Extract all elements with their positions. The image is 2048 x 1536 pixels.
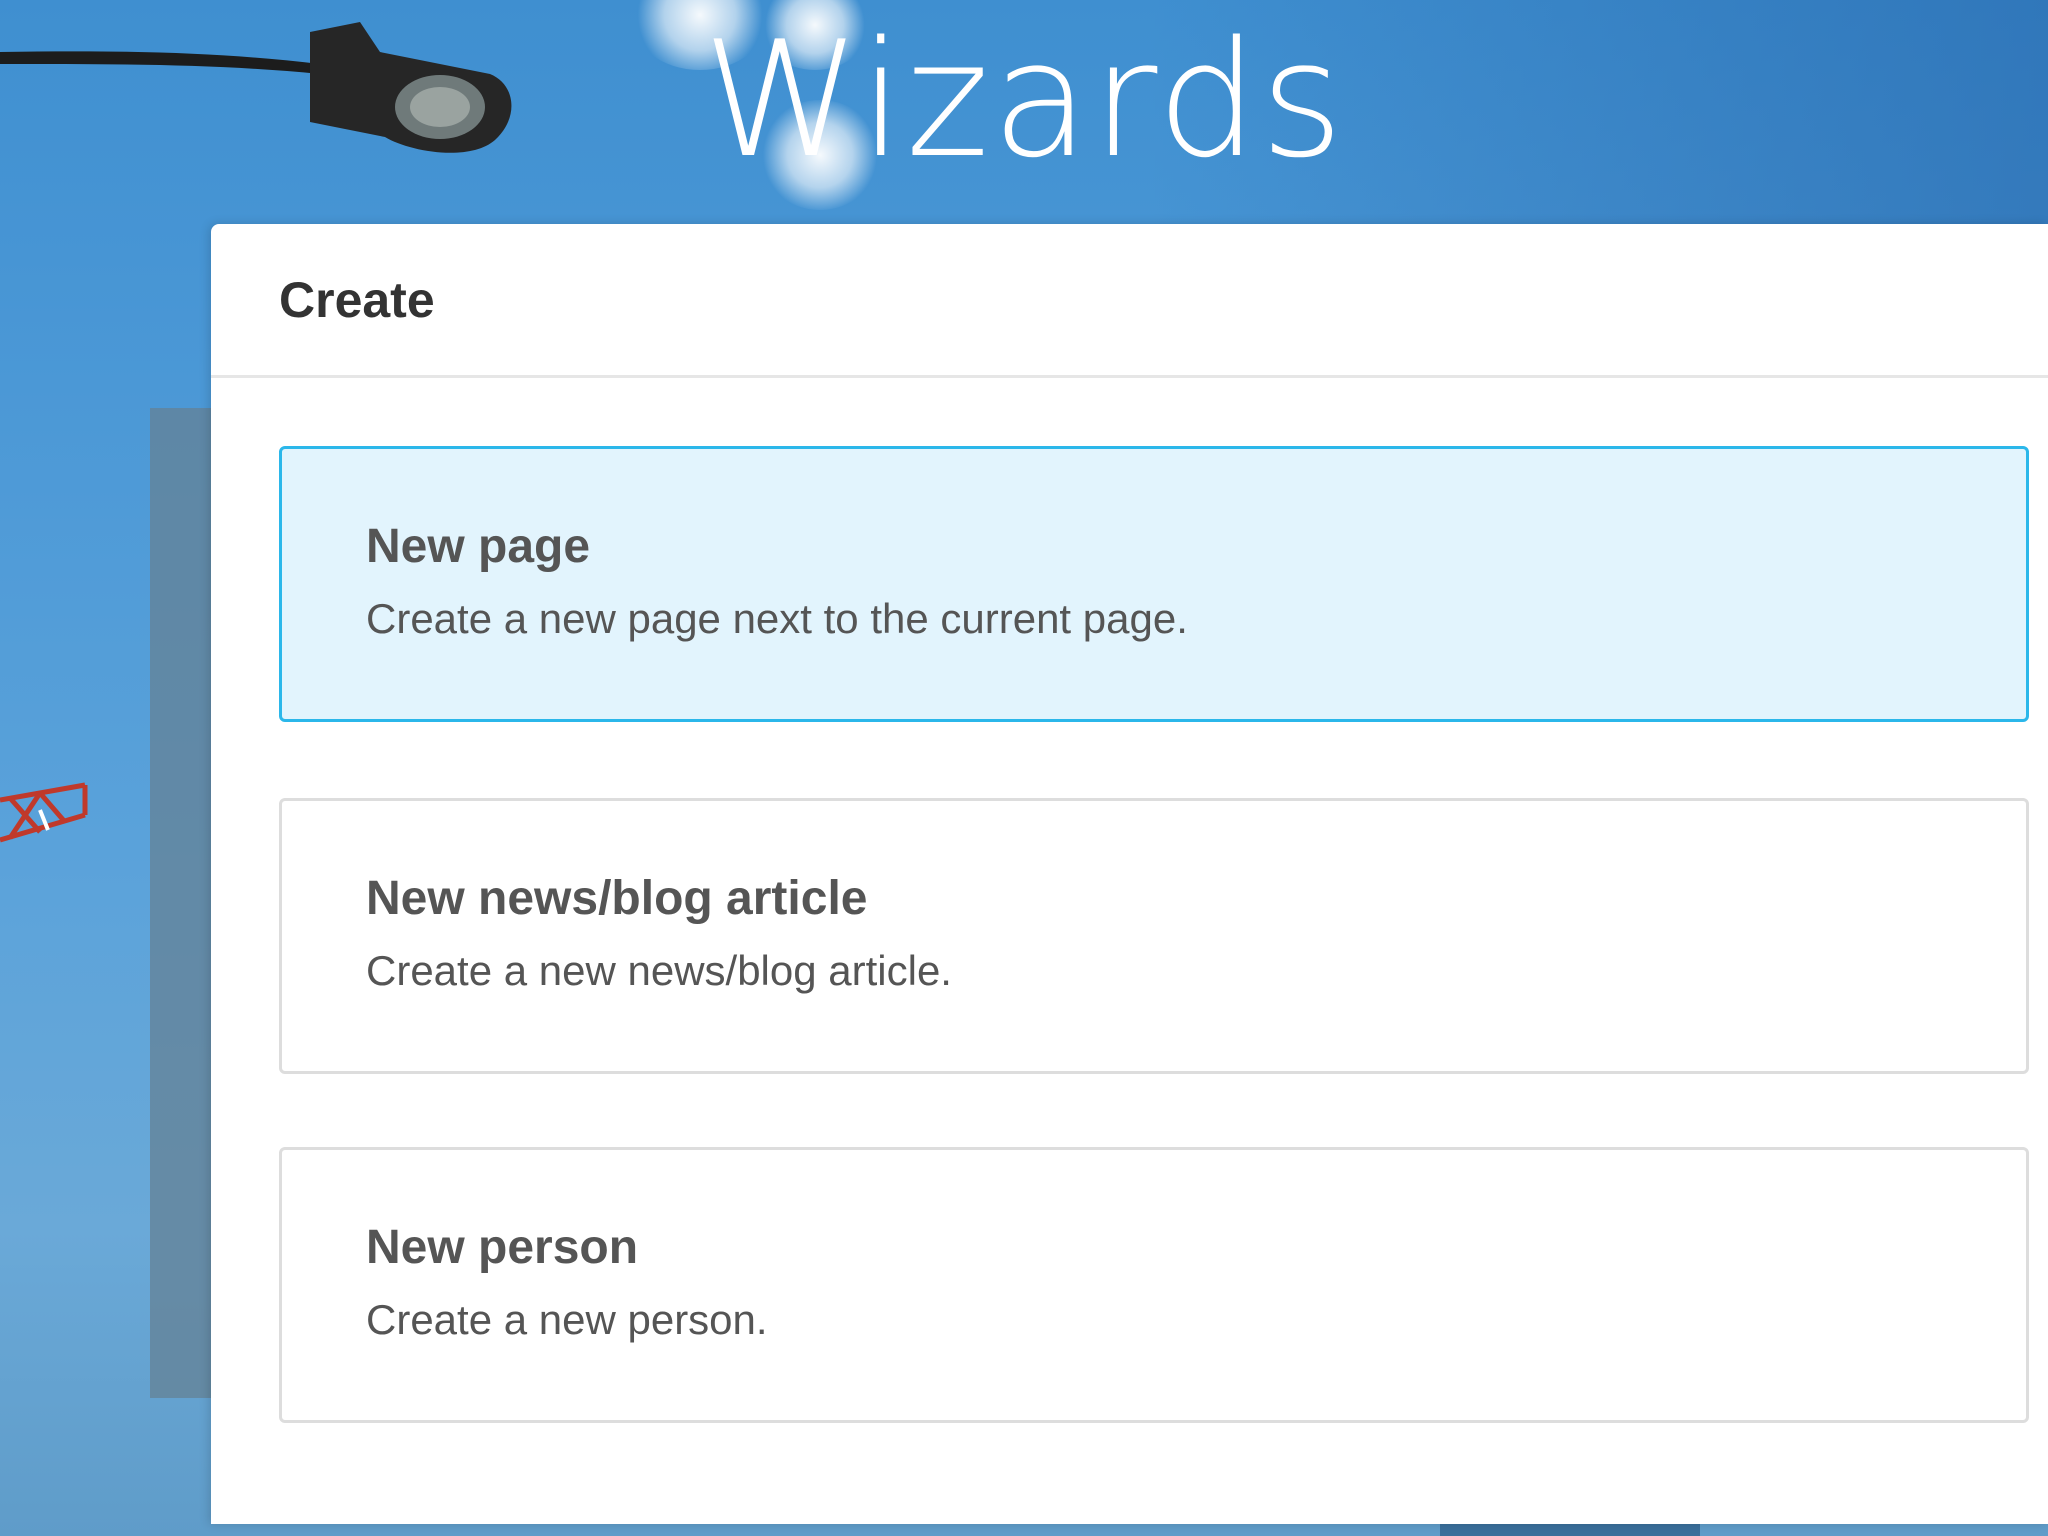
wizard-option-new-person[interactable]: New person Create a new person. (279, 1147, 2029, 1423)
option-title: New page (366, 520, 591, 573)
wizard-option-new-page[interactable]: New page Create a new page next to the c… (279, 446, 2029, 722)
option-title: New news/blog article (366, 872, 868, 925)
option-description: Create a new news/blog article. (366, 947, 952, 994)
option-description: Create a new page next to the current pa… (366, 595, 1188, 642)
slide-title: Wizards (702, 6, 1346, 193)
option-description: Create a new person. (366, 1296, 768, 1343)
crane-image (0, 782, 88, 843)
create-dialog: Create New page Create a new page next t… (211, 224, 2048, 1524)
option-title: New person (366, 1221, 639, 1274)
dialog-header: Create (211, 224, 2048, 378)
wizard-option-new-news-blog-article[interactable]: New news/blog article Create a new news/… (279, 798, 2029, 1074)
dialog-title: Create (279, 271, 435, 328)
